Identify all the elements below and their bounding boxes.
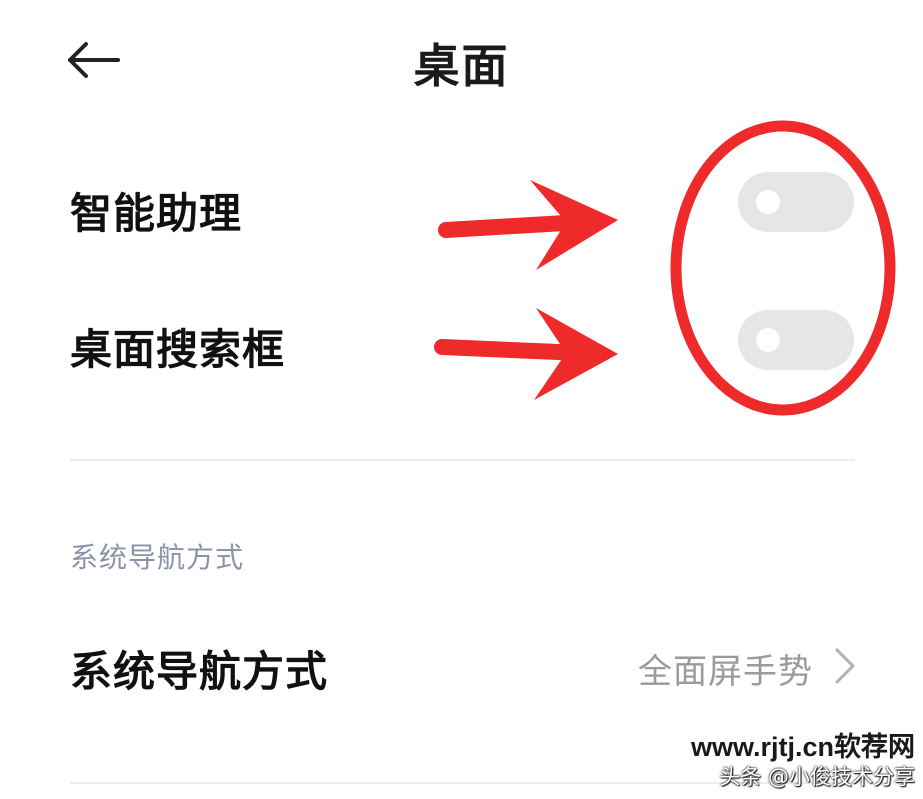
desktop-search-toggle[interactable] xyxy=(738,310,854,370)
chevron-right-icon xyxy=(835,648,855,684)
watermark: www.rjtj.cn软荐网 头条 @小俊技术分享 xyxy=(691,734,915,788)
divider xyxy=(70,459,855,461)
system-navigation-value: 全面屏手势 xyxy=(638,652,813,692)
settings-screen: 桌面 智能助理 桌面搜索框 系统导航方式 系统导航方式 全面屏手势 www.rj… xyxy=(0,0,923,799)
page-title: 桌面 xyxy=(413,39,510,93)
setting-label-smart-assistant: 智能助理 xyxy=(70,189,243,238)
section-header: 系统导航方式 xyxy=(70,541,245,574)
smart-assistant-toggle[interactable] xyxy=(738,172,854,232)
watermark-author: 头条 @小俊技术分享 xyxy=(719,765,915,789)
toggle-knob xyxy=(756,328,780,352)
toggle-knob xyxy=(756,190,780,214)
annotation-arrow-1 xyxy=(438,180,618,270)
watermark-site: www.rjtj.cn软荐网 xyxy=(690,732,915,762)
system-navigation-label: 系统导航方式 xyxy=(70,647,329,696)
setting-label-desktop-search: 桌面搜索框 xyxy=(70,325,286,374)
system-navigation-row[interactable]: 系统导航方式 全面屏手势 xyxy=(0,618,923,714)
annotation-arrow-2 xyxy=(434,308,618,400)
